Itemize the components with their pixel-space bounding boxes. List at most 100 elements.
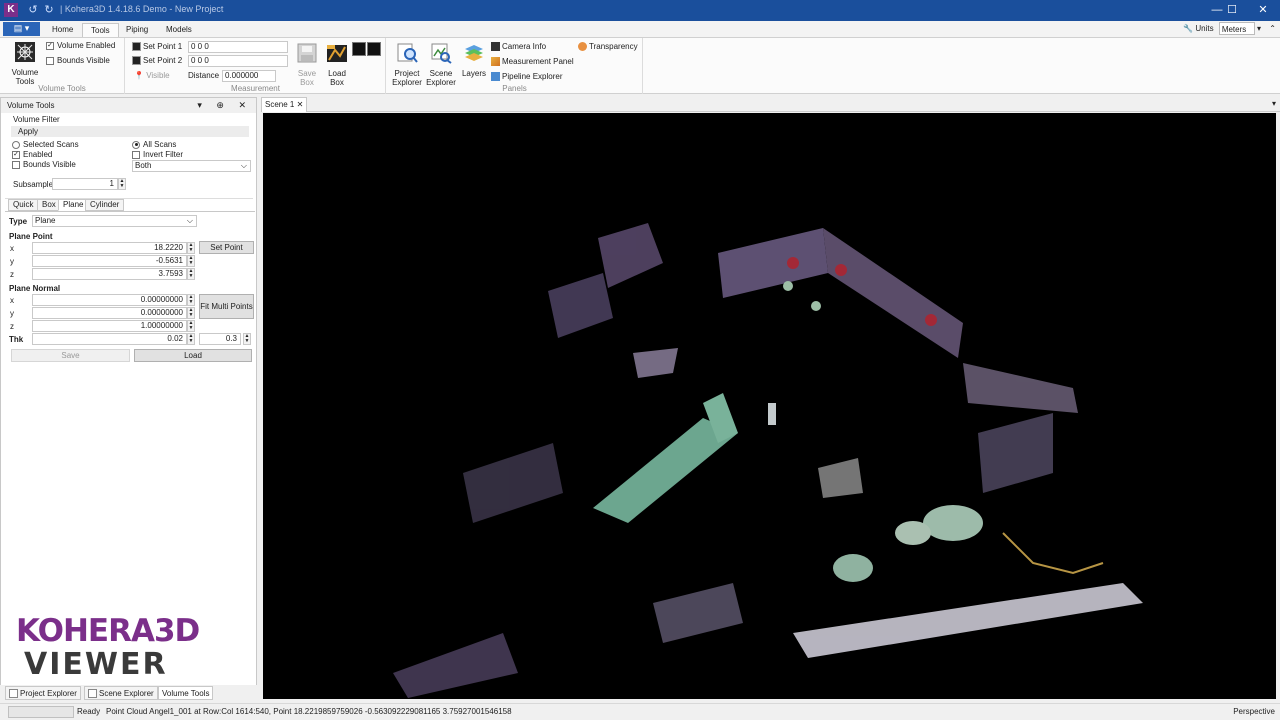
tab-scene-1[interactable]: Scene 1 ✕ <box>261 97 308 112</box>
checkbox-checked[interactable]: ✓ <box>46 41 54 50</box>
camera-info-button[interactable]: Camera Info <box>491 42 546 52</box>
radio-off[interactable] <box>12 140 20 149</box>
pp-x-spinner[interactable]: ▲ ▼ <box>187 242 195 254</box>
plane-point-heading: Plane Point <box>9 232 53 241</box>
subsample-spinner[interactable]: ▲ ▼ <box>118 178 126 190</box>
status-message: Point Cloud Angel1_001 at Row:Col 1614:5… <box>106 707 512 716</box>
tab-list-icon[interactable]: ▾ <box>1272 99 1276 108</box>
pc-equipment-1 <box>633 348 678 378</box>
pn-z-spinner[interactable]: ▲ ▼ <box>187 320 195 332</box>
plane-point-x-field[interactable]: 18.2220 <box>32 242 187 254</box>
pc-equipment-2 <box>818 458 863 498</box>
thickness-spinner[interactable]: ▲ ▼ <box>187 333 195 345</box>
pc-tank-1 <box>923 505 983 541</box>
selected-scans-radio[interactable]: Selected Scans <box>12 140 79 149</box>
tab-models[interactable]: Models <box>158 23 200 38</box>
thickness-field[interactable]: 0.02 <box>32 333 187 345</box>
ribbon-tab-bar: ▤ ▾ Home Tools Piping Models 🔧 Units Met… <box>0 21 1280 38</box>
filter-mode-dropdown[interactable]: Both ⌵ <box>132 160 251 172</box>
project-explorer-button[interactable]: Project Explorer <box>391 42 423 87</box>
pc-wall-nw <box>598 223 663 288</box>
tab-cylinder[interactable]: Cylinder <box>85 199 125 211</box>
tab-volume-tools[interactable]: Volume Tools <box>158 686 214 700</box>
pp-y-label: y <box>10 257 14 266</box>
box-view-icon-2[interactable] <box>367 42 381 56</box>
chevron-down-icon[interactable]: ▾ <box>1257 24 1261 33</box>
tab-plane[interactable]: Plane <box>58 199 89 211</box>
visible-toggle[interactable]: 📍 Visible <box>134 71 170 80</box>
units-dropdown[interactable]: Meters <box>1218 22 1255 35</box>
type-dropdown[interactable]: Plane ⌵ <box>32 215 197 227</box>
panel-header-buttons[interactable]: ▾ ⊕ ✕ <box>197 98 252 113</box>
apply-label: Apply <box>18 127 39 136</box>
tab-home[interactable]: Home <box>44 23 81 38</box>
set-point-1-field[interactable]: 0 0 0 <box>188 41 288 53</box>
app-icon[interactable]: K <box>4 3 18 17</box>
load-box-button[interactable]: Load Box <box>324 42 350 87</box>
invert-filter-checkbox[interactable]: Invert Filter <box>132 150 183 159</box>
bounds-visible-checkbox[interactable]: Bounds Visible <box>46 56 110 65</box>
enabled-checkbox[interactable]: ✓ Enabled <box>12 150 52 159</box>
load-button[interactable]: Load <box>134 349 252 362</box>
plane-normal-y-field[interactable]: 0.00000000 <box>32 307 187 319</box>
title-bar: K ↺ ↻ | Kohera3D 1.4.18.6 Demo - New Pro… <box>0 0 1280 21</box>
radio-on[interactable] <box>132 140 140 149</box>
ribbon-collapse-icon[interactable]: ⌃ <box>1269 24 1276 33</box>
logo-line-1: KOHERA3D <box>16 613 200 649</box>
tab-scene-explorer[interactable]: Scene Explorer <box>84 686 158 700</box>
pp-z-spinner[interactable]: ▲ ▼ <box>187 268 195 280</box>
fit-multi-points-button[interactable]: Fit Multi Points <box>199 294 254 319</box>
plane-normal-x-field[interactable]: 0.00000000 <box>32 294 187 306</box>
close-icon[interactable]: ✕ <box>297 100 304 109</box>
tab-project-explorer[interactable]: Project Explorer <box>5 686 81 700</box>
measurement-panel-button[interactable]: Measurement Panel <box>491 57 574 67</box>
checkbox-unchecked[interactable] <box>132 150 140 159</box>
thickness-step-spinner[interactable]: ▲ ▼ <box>243 333 251 345</box>
point-cloud-render <box>393 223 1143 698</box>
close-button[interactable]: ✕ <box>1248 0 1278 21</box>
pipeline-explorer-button[interactable]: Pipeline Explorer <box>491 72 562 82</box>
apply-button[interactable]: Apply <box>11 126 249 137</box>
undo-icon[interactable]: ↺ <box>26 3 40 17</box>
pc-cluster-s <box>653 583 743 643</box>
transparency-button[interactable]: Transparency <box>578 42 638 52</box>
units-icon: 🔧 <box>1183 24 1194 33</box>
thickness-step-field[interactable]: 0.3 <box>199 333 241 345</box>
units-selector: 🔧 Units Meters ▾ ⌃ <box>1183 22 1276 36</box>
redo-icon[interactable]: ↻ <box>42 3 56 17</box>
layers-button[interactable]: Layers <box>459 42 489 78</box>
plane-point-y-field[interactable]: -0.5631 <box>32 255 187 267</box>
set-point-2-button[interactable]: Set Point 2 <box>132 56 182 66</box>
plane-point-z-field[interactable]: 3.7593 <box>32 268 187 280</box>
pp-y-spinner[interactable]: ▲ ▼ <box>187 255 195 267</box>
scene-viewport[interactable] <box>263 113 1276 699</box>
volume-tools-button[interactable]: Volume Tools <box>8 41 42 86</box>
projection-mode[interactable]: Perspective <box>1233 704 1275 720</box>
set-point-button[interactable]: Set Point <box>199 241 254 254</box>
tab-tools[interactable]: Tools <box>82 23 119 38</box>
distance-field[interactable]: 0.000000 <box>222 70 276 82</box>
maximize-button[interactable]: ☐ <box>1217 0 1247 21</box>
save-button[interactable]: Save <box>11 349 130 362</box>
all-scans-radio[interactable]: All Scans <box>132 140 176 149</box>
tab-piping[interactable]: Piping <box>118 23 156 38</box>
checkbox-checked[interactable]: ✓ <box>12 150 20 159</box>
scene-explorer-button[interactable]: Scene Explorer <box>425 42 457 87</box>
ribbon: Volume Tools ✓ Volume Enabled Bounds Visi… <box>0 37 1280 94</box>
file-menu-button[interactable]: ▤ ▾ <box>3 22 40 36</box>
panel-bounds-visible-checkbox[interactable]: Bounds Visible <box>12 160 76 169</box>
tab-quick[interactable]: Quick <box>8 199 39 211</box>
volume-enabled-checkbox[interactable]: ✓ Volume Enabled <box>46 41 115 50</box>
pn-x-spinner[interactable]: ▲ ▼ <box>187 294 195 306</box>
invert-filter-label: Invert Filter <box>143 150 184 159</box>
box-view-icon-1[interactable] <box>352 42 366 56</box>
project-explorer-tab-icon <box>9 689 18 699</box>
set-point-2-field[interactable]: 0 0 0 <box>188 55 288 67</box>
pn-y-spinner[interactable]: ▲ ▼ <box>187 307 195 319</box>
plane-normal-z-field[interactable]: 1.00000000 <box>32 320 187 332</box>
subsample-field[interactable]: 1 <box>52 178 118 190</box>
save-box-button[interactable]: Save Box <box>294 42 320 87</box>
set-point-1-button[interactable]: Set Point 1 <box>132 42 182 52</box>
checkbox-unchecked[interactable] <box>12 160 20 169</box>
checkbox-unchecked[interactable] <box>46 56 54 65</box>
